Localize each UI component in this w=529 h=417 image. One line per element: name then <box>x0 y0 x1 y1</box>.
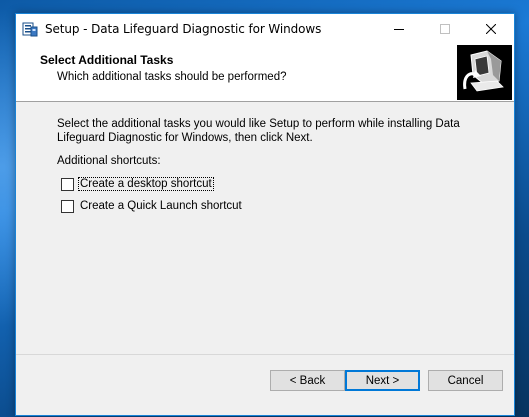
shortcuts-group-label: Additional shortcuts: <box>57 155 161 167</box>
maximize-icon <box>440 24 450 34</box>
footer-divider <box>16 354 514 355</box>
page-subtitle: Which additional tasks should be perform… <box>57 71 287 83</box>
quick-launch-shortcut-checkbox[interactable] <box>61 199 74 213</box>
wizard-computer-icon <box>457 45 512 100</box>
quick-launch-shortcut-option[interactable]: Create a Quick Launch shortcut <box>61 198 243 214</box>
desktop-shortcut-option[interactable]: Create a desktop shortcut <box>61 176 214 192</box>
desktop-shortcut-checkbox[interactable] <box>61 177 74 191</box>
title-bar[interactable]: Setup - Data Lifeguard Diagnostic for Wi… <box>16 14 514 44</box>
maximize-button <box>422 14 468 44</box>
minimize-button[interactable] <box>376 14 422 44</box>
setup-app-icon <box>22 22 38 37</box>
instructions-text: Select the additional tasks you would li… <box>57 118 460 144</box>
wizard-header: Select Additional Tasks Which additional… <box>16 44 514 102</box>
next-button[interactable]: Next > <box>345 370 420 391</box>
window-title: Setup - Data Lifeguard Diagnostic for Wi… <box>45 22 322 36</box>
close-icon <box>486 24 496 34</box>
back-button[interactable]: < Back <box>270 370 345 391</box>
quick-launch-shortcut-label[interactable]: Create a Quick Launch shortcut <box>79 200 243 212</box>
page-title: Select Additional Tasks <box>40 53 174 67</box>
close-button[interactable] <box>468 14 514 44</box>
setup-window: Setup - Data Lifeguard Diagnostic for Wi… <box>15 13 515 416</box>
desktop-shortcut-label[interactable]: Create a desktop shortcut <box>78 177 214 191</box>
minimize-icon <box>394 29 404 30</box>
cancel-button[interactable]: Cancel <box>428 370 503 391</box>
